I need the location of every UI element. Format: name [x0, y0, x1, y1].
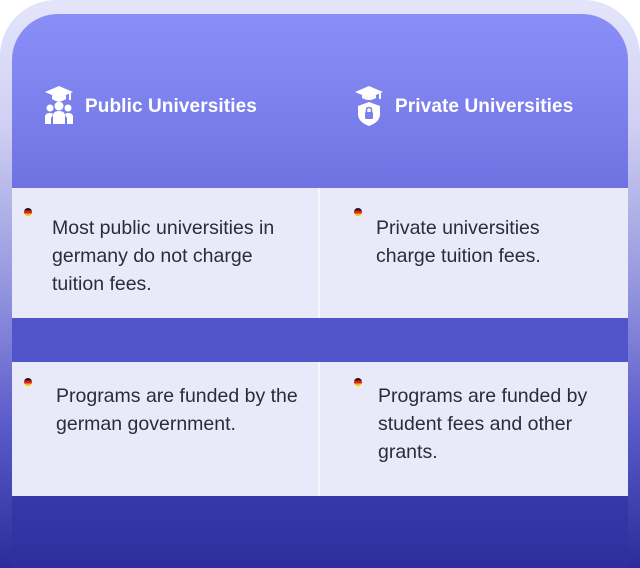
table-row: Most public universities in germany do n…: [12, 188, 628, 318]
column-title-private: Private Universities: [395, 96, 574, 117]
column-title-public: Public Universities: [85, 96, 257, 117]
comparison-table: Public Universities Private Universities: [12, 14, 628, 568]
table-cell-public: Programs are funded by the german govern…: [12, 362, 318, 496]
cell-text-line: Most public universities in: [52, 217, 275, 239]
cell-text: Programs are funded by the german govern…: [56, 382, 298, 438]
cell-text-line: tuition fees.: [52, 273, 152, 295]
table-cell-private: Private universities charge tuition fees…: [320, 188, 628, 318]
germany-flag-icon: [24, 378, 32, 386]
germany-flag-icon: [24, 208, 32, 216]
germany-flag-icon: [354, 208, 362, 216]
cell-text: Programs are funded by student fees and …: [378, 382, 587, 466]
cell-text: Most public universities in germany do n…: [52, 214, 274, 298]
cell-text-line: Programs are funded by the: [56, 385, 298, 407]
table-cell-private: Programs are funded by student fees and …: [320, 362, 628, 496]
cell-text-line: student fees and other: [378, 413, 573, 435]
cell-text-line: Private universities: [376, 217, 540, 239]
cell-text-line: german government.: [56, 413, 236, 435]
column-header-private: Private Universities: [352, 82, 573, 130]
cell-text-line: grants.: [378, 441, 438, 463]
table-header: Public Universities Private Universities: [12, 14, 628, 186]
table-cell-public: Most public universities in germany do n…: [12, 188, 318, 318]
cell-text-line: Programs are funded by: [378, 385, 588, 407]
germany-flag-icon: [354, 378, 362, 386]
comparison-card-frame: Public Universities Private Universities: [0, 0, 640, 568]
cell-text-line: germany do not charge: [52, 245, 253, 267]
table-row: Programs are funded by the german govern…: [12, 362, 628, 496]
graduation-shield-lock-icon: [352, 84, 386, 128]
column-header-public: Public Universities: [42, 82, 257, 130]
cell-text-line: charge tuition fees.: [376, 245, 541, 267]
cell-text: Private universities charge tuition fees…: [376, 214, 541, 270]
row-separator-band: [12, 318, 628, 362]
graduation-people-icon: [42, 84, 76, 128]
